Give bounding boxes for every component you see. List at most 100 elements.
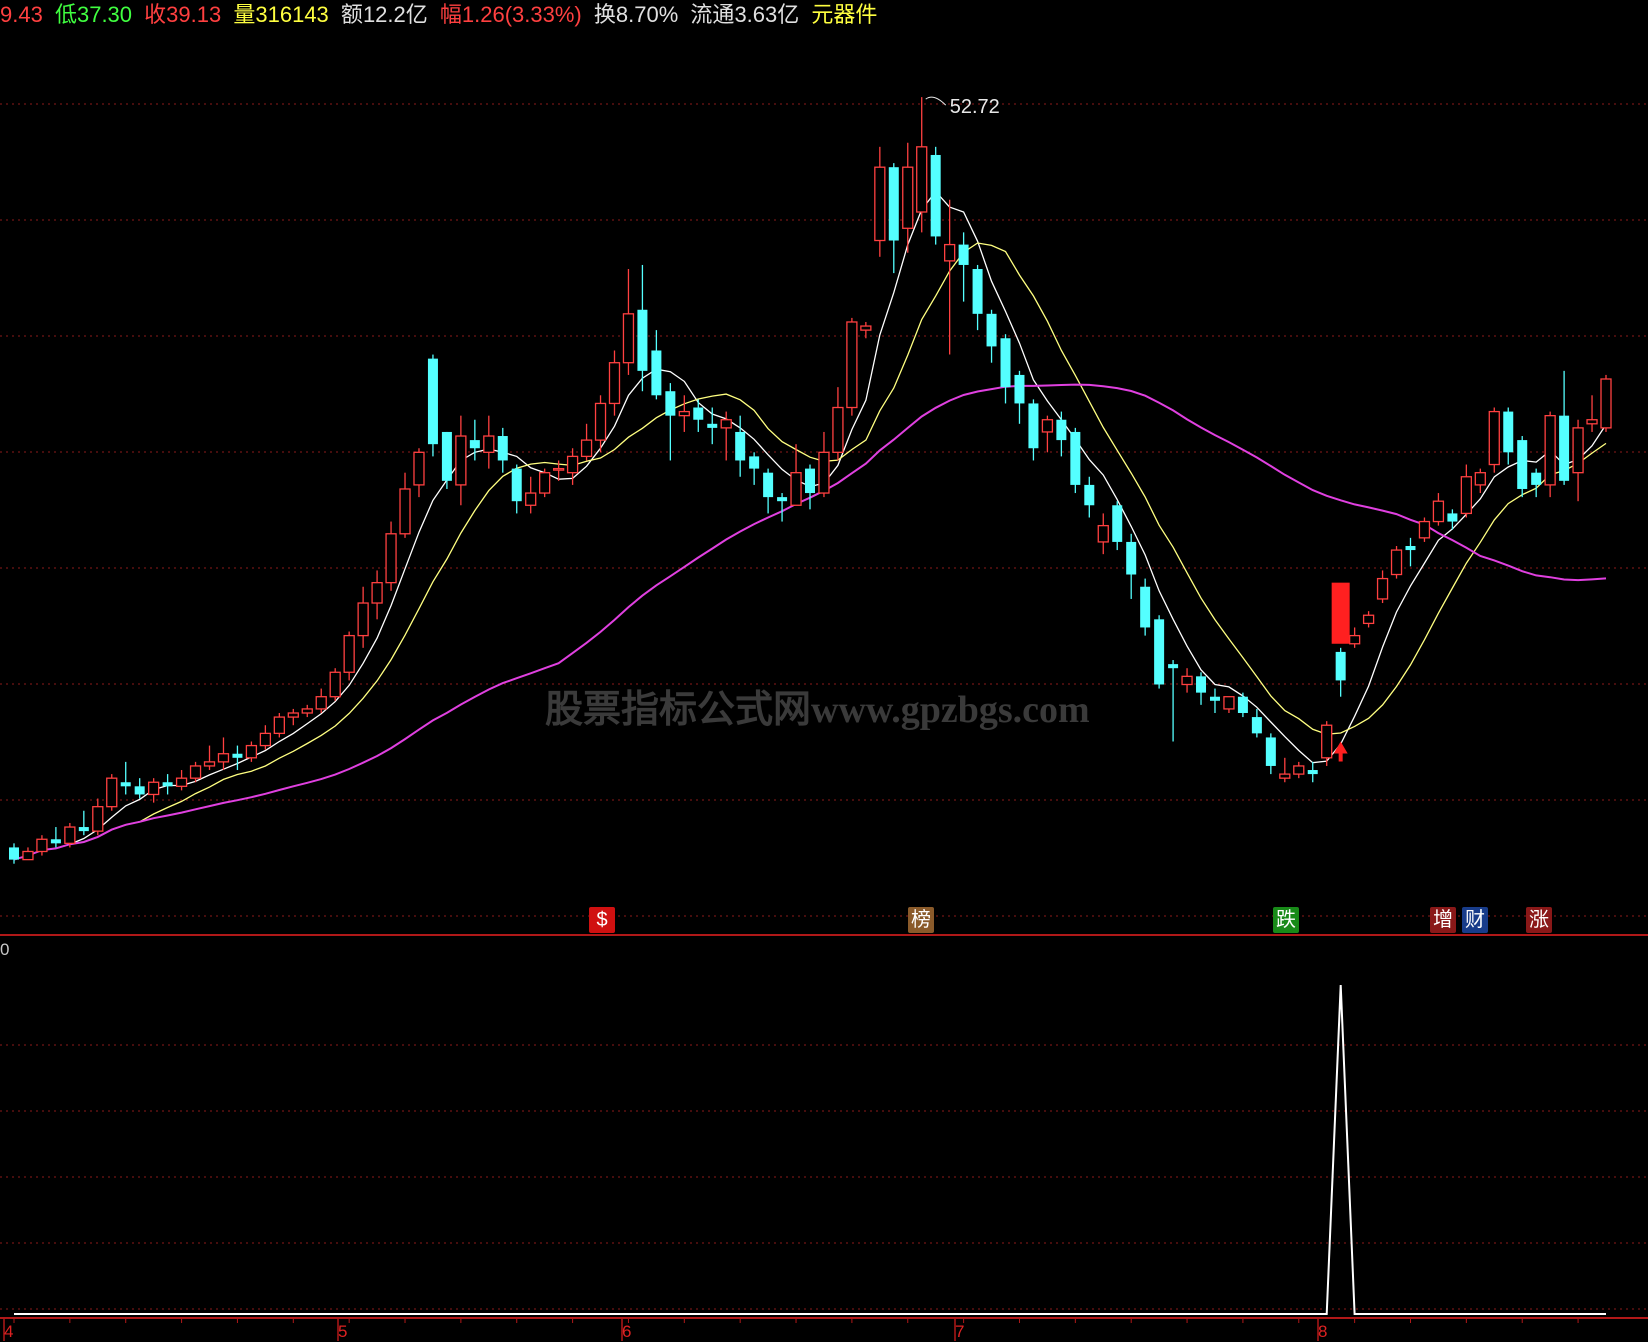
- candle-body: [1307, 770, 1318, 775]
- candle-body: [1140, 586, 1151, 628]
- candle-body: [986, 313, 997, 347]
- candle-body: [483, 435, 495, 453]
- change-value: 1.26(3.33%): [461, 2, 582, 27]
- candle-body: [497, 436, 508, 461]
- candle-body: [1447, 513, 1458, 522]
- candle-body: [805, 468, 815, 494]
- x-label-2: 6: [622, 1322, 632, 1341]
- candle-body: [1251, 717, 1262, 734]
- candle-body: [64, 826, 76, 844]
- candle-body: [1405, 546, 1416, 551]
- sector-label: 元器件: [811, 2, 878, 27]
- candle-body: [1531, 472, 1542, 485]
- x-label-0: 4: [4, 1322, 14, 1341]
- badge-finance[interactable]: 财: [1462, 907, 1488, 933]
- candle-body: [1348, 634, 1361, 645]
- close-value: 39.13: [166, 2, 222, 27]
- candle-body: [245, 744, 258, 759]
- low-value: 37.30: [76, 2, 133, 27]
- candle-body: [1126, 541, 1137, 575]
- candlesticks: [9, 97, 1612, 864]
- signal-block: [1331, 582, 1350, 644]
- candle-body: [916, 146, 928, 213]
- candle-body: [790, 472, 802, 506]
- candle-body: [50, 839, 61, 844]
- candle-body: [1600, 378, 1612, 429]
- candle-body: [1572, 427, 1584, 474]
- candle-body: [566, 455, 579, 474]
- candle-body: [22, 850, 34, 861]
- float-value: 3.63亿: [734, 2, 800, 27]
- indicator-zero-label: 0: [0, 940, 10, 959]
- volume-label: 量: [233, 2, 256, 27]
- candle-body: [930, 154, 941, 237]
- candle-body: [78, 827, 89, 832]
- date-axis: [0, 1317, 1648, 1341]
- candle-body: [357, 602, 369, 637]
- badge-increase[interactable]: 增: [1430, 907, 1456, 933]
- candle-body: [580, 439, 593, 458]
- candle-body: [9, 847, 19, 860]
- candle-body: [665, 391, 676, 416]
- badge-fall[interactable]: 跌: [1273, 907, 1299, 933]
- candle-body: [36, 838, 48, 853]
- candle-body: [1390, 549, 1403, 576]
- ma10-line: [13, 242, 1607, 861]
- candle-body: [749, 456, 760, 469]
- candle-body: [1000, 338, 1011, 388]
- badge-dollar[interactable]: $: [589, 907, 615, 933]
- volume-value: 316143: [255, 2, 329, 27]
- candle-body: [1321, 724, 1333, 759]
- candle-body: [162, 782, 173, 787]
- candle-body: [1293, 765, 1305, 775]
- candle-body: [1460, 476, 1473, 515]
- candle-body: [943, 243, 956, 262]
- candle-body: [1084, 484, 1095, 506]
- candle-body: [1418, 520, 1431, 539]
- indicator-line: [14, 984, 1606, 1315]
- candle-body: [1181, 675, 1193, 686]
- candle-body: [1097, 524, 1109, 543]
- change-label: 幅: [439, 2, 462, 27]
- float-label: 流通: [690, 2, 735, 27]
- candle-body: [1028, 403, 1039, 449]
- candle-body: [888, 167, 899, 241]
- candle-body: [1041, 419, 1054, 433]
- candle-body: [525, 492, 537, 506]
- peak-label: 52.72: [950, 96, 1000, 118]
- candle-body: [469, 440, 480, 449]
- candle-body: [651, 350, 662, 396]
- amount-label: 额: [340, 2, 363, 27]
- candle-body: [818, 451, 830, 494]
- candle-body: [92, 806, 104, 832]
- candle-body: [120, 782, 131, 787]
- badge-rank[interactable]: 榜: [908, 907, 934, 933]
- candle-body: [301, 708, 313, 714]
- candle-body: [273, 716, 285, 735]
- candle-body: [1474, 472, 1486, 486]
- candle-body: [777, 497, 788, 502]
- candle-body: [763, 472, 774, 498]
- price-gridlines: [0, 103, 1648, 917]
- turnover-label: 换: [593, 2, 616, 27]
- candle-body: [287, 712, 299, 718]
- candle-body: [343, 634, 355, 673]
- candle-body: [693, 407, 704, 420]
- candle-body: [832, 406, 844, 453]
- buy-arrow-icon: [1333, 741, 1348, 762]
- x-label-4: 8: [1318, 1322, 1328, 1341]
- candle-body: [958, 244, 969, 265]
- candle-body: [1335, 651, 1346, 681]
- low-label: 低: [54, 2, 77, 27]
- candle-body: [1070, 431, 1081, 485]
- candle-body: [1209, 696, 1220, 701]
- x-label-1: 5: [338, 1322, 348, 1341]
- candle-body: [594, 402, 607, 441]
- candle-body: [1488, 410, 1500, 466]
- candle-body: [860, 325, 872, 331]
- candle-body: [1544, 415, 1556, 486]
- turnover-value: 8.70%: [615, 2, 679, 27]
- candle-body: [902, 166, 914, 229]
- badge-rise[interactable]: 涨: [1526, 907, 1552, 933]
- candle-body: [1517, 440, 1528, 489]
